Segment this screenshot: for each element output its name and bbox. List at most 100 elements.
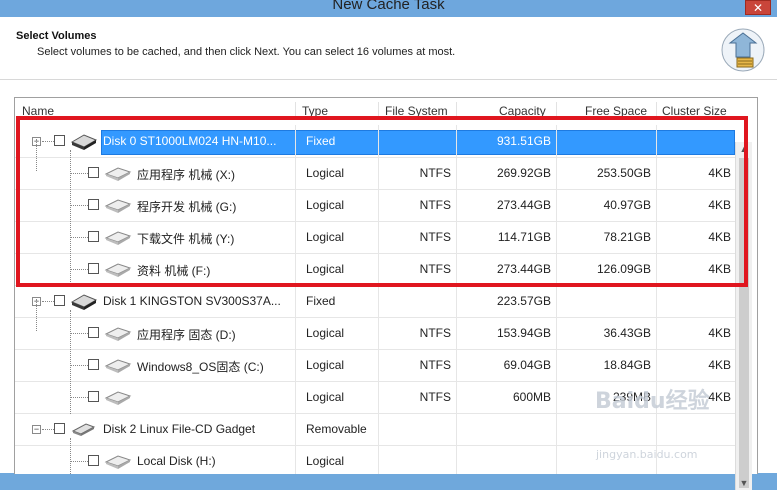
capacity: 223.57GB [496,294,551,308]
scroll-down-arrow-icon[interactable]: ▼ [736,476,752,490]
select-checkbox[interactable] [54,423,65,434]
cell-divider [456,253,457,285]
tree-line [70,269,88,270]
volume-row[interactable]: 程序开发 机械 (G:) Logical NTFS 273.44GB 40.97GB 4K… [15,189,737,222]
disk-row[interactable]: − Disk 0 ST1000LM024 HN-M10... Fixed 931.51… [15,125,737,158]
free-space: 78.21GB [603,230,651,244]
cell-divider [378,445,379,474]
tree-line [36,299,37,331]
cell-divider [656,317,657,349]
vertical-scrollbar[interactable]: ▲ ▼ [735,142,752,490]
select-checkbox[interactable] [88,231,99,242]
capacity: 114.71GB [497,230,551,244]
tree-line [70,397,88,398]
disk-row[interactable]: − Disk 1 KINGSTON SV300S37A... Fixed 223.57… [15,285,737,318]
baidu-watermark: Baidu经验 [595,389,710,414]
file-system: NTFS [419,198,451,212]
cell-divider [656,157,657,189]
volume-icon [104,455,132,469]
capacity: 931.51GB [496,134,551,148]
free-space: 40.97GB [603,198,651,212]
cell-divider [456,413,457,445]
select-checkbox[interactable] [88,455,99,466]
select-checkbox[interactable] [88,391,99,402]
hard-disk-icon [70,294,98,310]
cell-divider [656,221,657,253]
cell-divider [378,157,379,189]
step-description: Select volumes to be cached, and then cl… [37,46,456,58]
cell-divider [456,317,457,349]
cluster-size: 4KB [708,166,731,180]
free-space: 253.50GB [596,166,651,180]
cell-divider [556,317,557,349]
select-checkbox[interactable] [88,327,99,338]
cell-divider [656,285,657,317]
cell-divider [456,157,457,189]
column-name[interactable]: Name [22,104,54,118]
select-checkbox[interactable] [88,199,99,210]
cache-wizard-icon [721,28,765,72]
disk-row[interactable]: − Disk 2 Linux File-CD Gadget Removable [15,413,737,446]
volume-row[interactable]: 应用程序 固态 (D:) Logical NTFS 153.94GB 36.43GB 4K… [15,317,737,350]
watermark-site: jingyan.baidu.com [596,448,698,461]
cell-divider [378,253,379,285]
cell-divider [295,157,296,189]
select-checkbox[interactable] [88,167,99,178]
capacity: 269.92GB [496,166,551,180]
volume-name: 程序开发 机械 (G:) [137,200,237,214]
volume-type: Removable [306,422,367,436]
wizard-header: Select Volumes Select volumes to be cach… [0,17,777,80]
usb-drive-icon [71,423,96,436]
select-checkbox[interactable] [54,135,65,146]
volume-row[interactable]: Windows8_OS固态 (C:) Logical NTFS 69.04GB 18.8… [15,349,737,382]
close-button[interactable]: ✕ [745,0,771,15]
tree-line [70,333,88,334]
column-type[interactable]: Type [302,104,328,118]
volume-row[interactable]: 应用程序 机械 (X:) Logical NTFS 269.92GB 253.50GB 4… [15,157,737,190]
cluster-size: 4KB [708,390,731,404]
cell-divider [456,285,457,317]
select-checkbox[interactable] [54,295,65,306]
cell-divider [556,157,557,189]
column-free-space[interactable]: Free Space [585,104,647,118]
cell-divider [295,317,296,349]
volume-icon [104,199,132,213]
scroll-up-arrow-icon[interactable]: ▲ [736,142,752,156]
volume-row[interactable]: 下载文件 机械 (Y:) Logical NTFS 114.71GB 78.21GB 4K… [15,221,737,254]
select-checkbox[interactable] [88,359,99,370]
tree-line [42,429,54,430]
select-checkbox[interactable] [88,263,99,274]
cell-divider [295,413,296,445]
cell-divider [378,317,379,349]
cell-divider [656,253,657,285]
column-file-system[interactable]: File System [385,104,448,118]
volume-type: Logical [306,454,345,468]
cluster-size: 4KB [708,358,731,372]
tree-line [42,141,54,142]
tree-line [70,150,71,286]
volume-name: Disk 0 ST1000LM024 HN-M10... [103,134,277,148]
volume-row[interactable]: 资料 机械 (F:) Logical NTFS 273.44GB 126.09GB 4KB [15,253,737,286]
collapse-icon[interactable]: − [32,425,41,434]
cell-divider [295,125,296,157]
capacity: 600MB [512,390,551,404]
cell-divider [556,445,557,474]
cell-divider [456,381,457,413]
file-system: NTFS [419,390,451,404]
scroll-thumb[interactable] [739,158,749,488]
volume-type: Logical [306,326,345,340]
cell-divider [456,189,457,221]
column-divider [295,102,296,120]
column-capacity[interactable]: Capacity [499,104,546,118]
volume-type: Logical [306,390,345,404]
volume-name: 下载文件 机械 (Y:) [137,232,235,246]
cell-divider [456,349,457,381]
volume-type: Fixed [306,134,336,148]
volume-name: Disk 2 Linux File-CD Gadget [103,422,256,436]
column-divider [456,102,457,120]
cell-divider [556,189,557,221]
capacity: 153.94GB [496,326,551,340]
cell-divider [656,349,657,381]
volume-type: Logical [306,262,345,276]
column-cluster-size[interactable]: Cluster Size [662,104,727,118]
